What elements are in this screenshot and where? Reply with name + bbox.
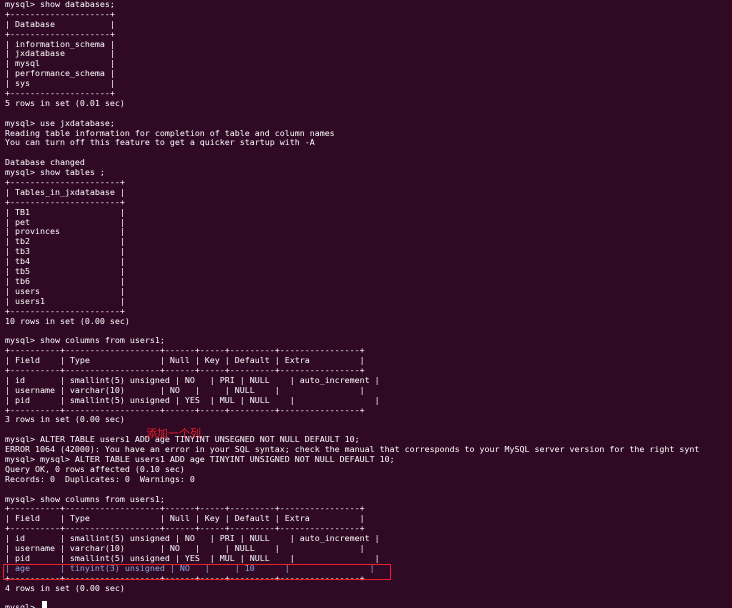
highlight-box	[3, 564, 391, 580]
terminal-line: Records: 0 Duplicates: 0 Warnings: 0	[5, 473, 195, 484]
annotation-label: 添加一个列	[146, 427, 201, 440]
text-cursor	[42, 601, 47, 608]
terminal-line: 10 rows in set (0.00 sec)	[5, 315, 130, 326]
terminal-line: mysql>	[5, 602, 40, 608]
terminal-line: 4 rows in set (0.00 sec)	[5, 582, 125, 593]
terminal-window[interactable]: mysql> show databases; +-----------------…	[0, 0, 732, 608]
terminal-line: 5 rows in set (0.01 sec)	[5, 97, 125, 108]
terminal-output: mysql> show databases; +-----------------…	[5, 0, 699, 608]
terminal-line: You can turn off this feature to get a q…	[5, 137, 315, 148]
terminal-line: 3 rows in set (0.00 sec)	[5, 414, 125, 425]
terminal-line: Database changed	[5, 157, 85, 168]
